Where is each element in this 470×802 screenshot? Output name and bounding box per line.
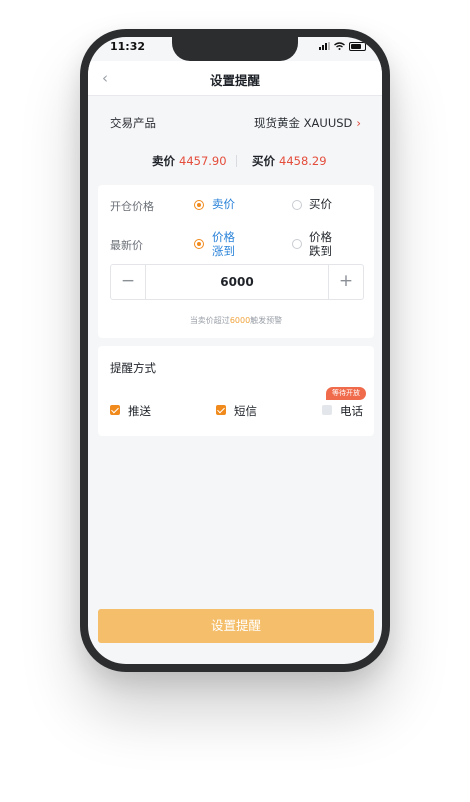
sell-quote: 卖价 4457.90 — [152, 153, 227, 169]
alert-method-card: 提醒方式 推送 短信 等待开放 电话 — [98, 346, 374, 436]
hint-suffix: 触发预警 — [250, 316, 283, 325]
quote-divider — [236, 155, 237, 167]
price-down-option[interactable]: 价格 跌到 — [309, 230, 332, 258]
price-value-input[interactable]: 6000 — [146, 265, 328, 299]
product-label: 交易产品 — [110, 116, 156, 130]
open-sell-option[interactable]: 卖价 — [212, 197, 235, 211]
radio-price-down[interactable] — [292, 239, 302, 249]
decrement-button[interactable]: − — [111, 265, 146, 299]
radio-open-buy[interactable] — [292, 200, 302, 210]
quote-row: 卖价 4457.90 买价 4458.29 — [88, 153, 382, 173]
app-screen: 11:32 ‹ 设置提醒 交易产品 现货黄金 XAUUSD › 卖价 4457.90… — [88, 37, 382, 664]
sell-value: 4457.90 — [179, 154, 227, 168]
phone-label[interactable]: 电话 — [340, 403, 363, 419]
phone-notch — [172, 37, 298, 61]
hint-value: 6000 — [229, 316, 251, 325]
alert-method-title: 提醒方式 — [110, 361, 156, 375]
buy-value: 4458.29 — [279, 154, 327, 168]
navbar: ‹ 设置提醒 — [88, 61, 382, 96]
price-up-line1: 价格 — [212, 230, 235, 244]
product-value: 现货黄金 XAUUSD — [254, 116, 353, 130]
sell-label: 卖价 — [152, 154, 175, 168]
price-up-line2: 涨到 — [212, 244, 235, 258]
latest-price-label: 最新价 — [110, 239, 143, 252]
price-up-option[interactable]: 价格 涨到 — [212, 230, 235, 258]
coming-soon-badge: 等待开放 — [326, 387, 366, 400]
sms-label[interactable]: 短信 — [234, 403, 257, 419]
open-price-label: 开仓价格 — [110, 200, 154, 213]
price-condition-card: 开仓价格 卖价 买价 最新价 价格 涨到 价格 跌到 − 6000 + 当卖价超… — [98, 185, 374, 338]
checkbox-push[interactable] — [110, 405, 120, 415]
wifi-icon — [334, 42, 345, 50]
increment-button[interactable]: + — [328, 265, 363, 299]
status-time: 11:32 — [110, 40, 146, 53]
checkbox-phone[interactable] — [322, 405, 332, 415]
signal-icon — [319, 42, 330, 50]
push-label[interactable]: 推送 — [128, 403, 151, 419]
product-selector[interactable]: 现货黄金 XAUUSD › — [254, 115, 361, 131]
battery-icon — [349, 41, 366, 51]
chevron-right-icon: › — [356, 116, 361, 130]
set-alert-button[interactable]: 设置提醒 — [98, 609, 374, 643]
hint-prefix: 当卖价超过 — [189, 316, 230, 325]
price-stepper: − 6000 + — [110, 264, 364, 300]
radio-price-up[interactable] — [194, 239, 204, 249]
buy-quote: 买价 4458.29 — [252, 153, 327, 169]
checkbox-sms[interactable] — [216, 405, 226, 415]
price-down-line1: 价格 — [309, 230, 332, 244]
buy-label: 买价 — [252, 154, 275, 168]
radio-open-sell[interactable] — [194, 200, 204, 210]
open-buy-option[interactable]: 买价 — [309, 197, 332, 211]
price-down-line2: 跌到 — [309, 244, 332, 258]
trigger-hint: 当卖价超过6000触发预警 — [98, 315, 374, 326]
page-title: 设置提醒 — [209, 73, 260, 88]
product-row[interactable]: 交易产品 现货黄金 XAUUSD › — [88, 109, 382, 137]
status-icons — [319, 41, 366, 51]
